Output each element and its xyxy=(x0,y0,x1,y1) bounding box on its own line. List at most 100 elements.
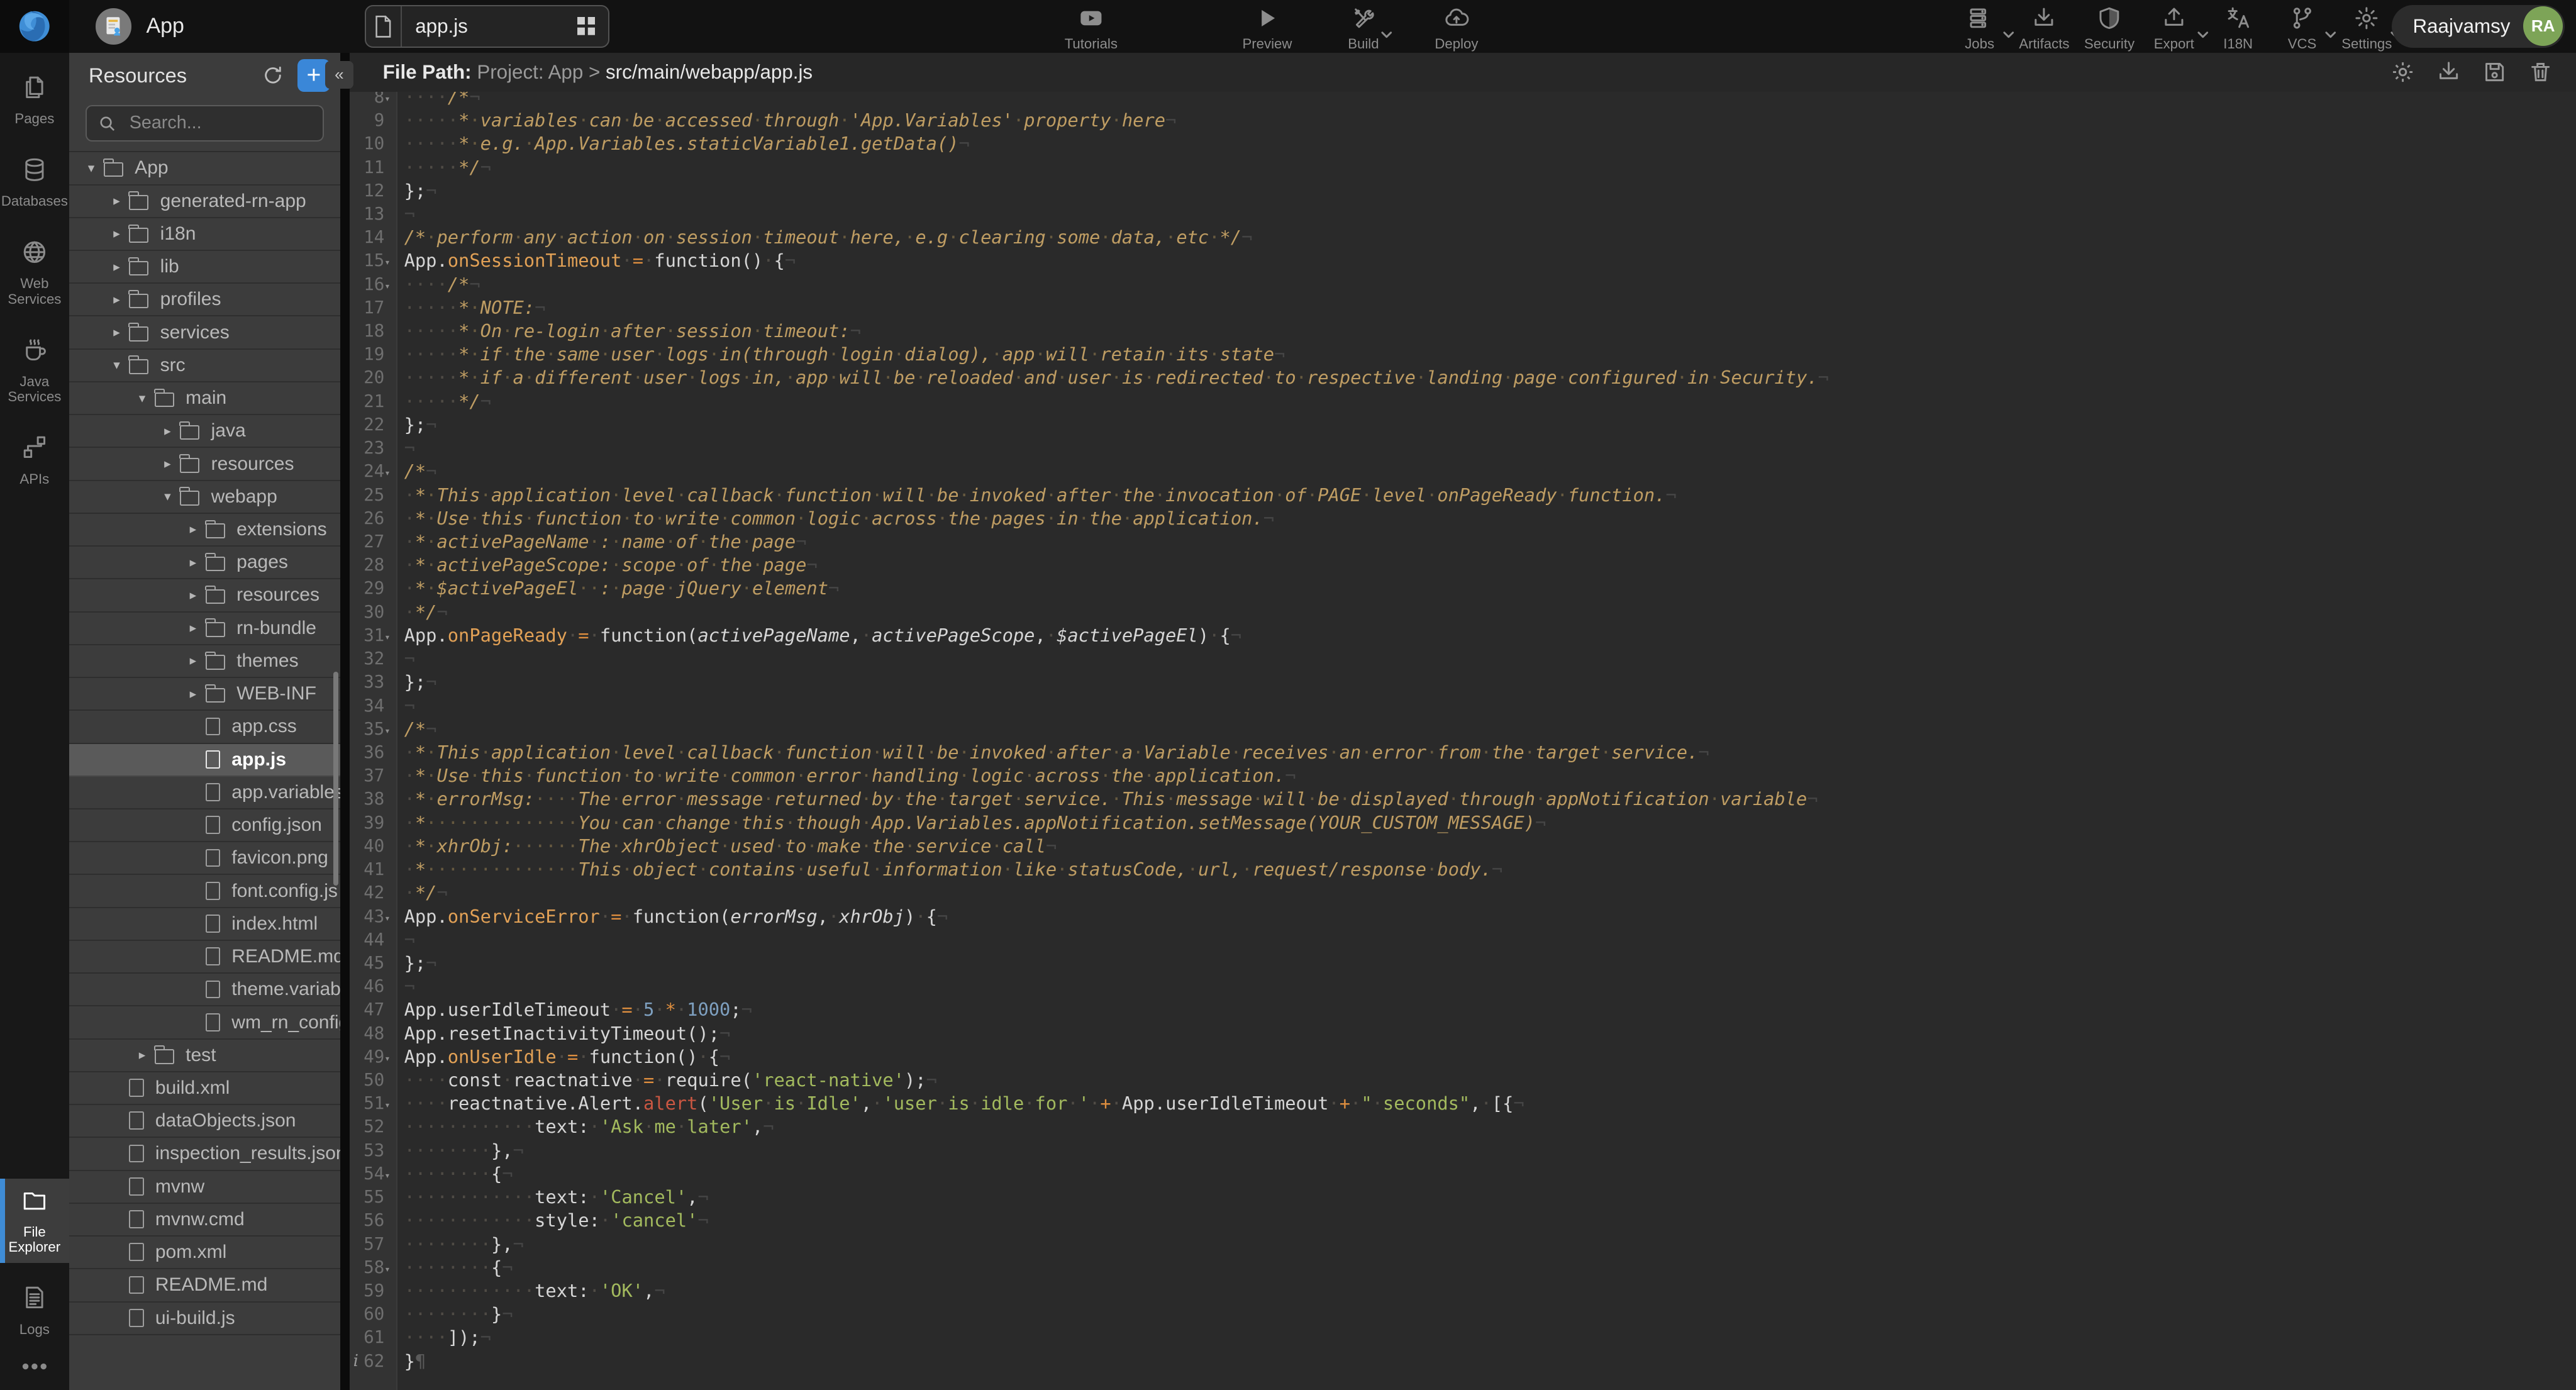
tree-item-readme.md[interactable]: README.md xyxy=(69,1269,340,1302)
chevron-collapsed-icon[interactable]: ▸ xyxy=(130,1047,154,1063)
toolbar-preview-button[interactable]: Preview xyxy=(1242,3,1292,52)
code-line[interactable]: 52············text:·'Ask·me·later',¬ xyxy=(350,1115,2576,1138)
code-line[interactable]: 33};¬ xyxy=(350,670,2576,694)
tree-item-src[interactable]: ▾src xyxy=(69,350,340,382)
tree-item-test[interactable]: ▸test xyxy=(69,1040,340,1072)
tree-item-main[interactable]: ▾main xyxy=(69,382,340,415)
tree-item-ui-build.js[interactable]: ui-build.js xyxy=(69,1303,340,1335)
search-input[interactable] xyxy=(126,111,306,135)
grid-icon[interactable] xyxy=(577,17,596,35)
fold-arrow-icon[interactable]: ▾ xyxy=(384,912,390,924)
project-selector[interactable]: App xyxy=(96,0,184,53)
code-line[interactable]: 14/*·perform·any·action·on·session·timeo… xyxy=(350,226,2576,249)
topbar-vcs-button[interactable]: VCS xyxy=(2277,3,2326,52)
chevron-expanded-icon[interactable]: ▾ xyxy=(104,357,129,373)
tree-item-profiles[interactable]: ▸profiles xyxy=(69,284,340,316)
code-line[interactable]: 13¬ xyxy=(350,203,2576,226)
code-line[interactable]: 40·*·xhrObj:······The·xhrObject·used·to·… xyxy=(350,835,2576,858)
topbar-artifacts-button[interactable]: Artifacts xyxy=(2019,3,2069,52)
fold-arrow-icon[interactable]: ▾ xyxy=(384,631,390,643)
chevron-collapsed-icon[interactable]: ▸ xyxy=(104,259,129,275)
tree-item-favicon.png[interactable]: favicon.png xyxy=(69,842,340,875)
tree-item-resources[interactable]: ▸resources xyxy=(69,579,340,612)
panel-divider[interactable] xyxy=(340,53,350,1390)
tree-item-services[interactable]: ▸services xyxy=(69,316,340,349)
tree-item-app.css[interactable]: app.css xyxy=(69,711,340,743)
code-line[interactable]: 42·*/¬ xyxy=(350,881,2576,904)
tree-item-readme.md[interactable]: README.md xyxy=(69,941,340,974)
code-line[interactable]: 18·····*·On·re-login·after·session·timeo… xyxy=(350,320,2576,343)
code-line[interactable]: 20·····*·if·a·different·user·logs·in,·ap… xyxy=(350,366,2576,389)
chevron-collapsed-icon[interactable]: ▸ xyxy=(155,423,180,439)
code-line[interactable]: 55············text:·'Cancel',¬ xyxy=(350,1186,2576,1209)
chevron-collapsed-icon[interactable]: ▸ xyxy=(180,653,205,669)
code-line[interactable]: 46¬ xyxy=(350,975,2576,998)
topbar-settings-button[interactable]: Settings xyxy=(2341,3,2392,52)
code-line[interactable]: 56············style:·'cancel'¬ xyxy=(350,1209,2576,1232)
code-line[interactable]: 10·····*·e.g.·App.Variables.staticVariab… xyxy=(350,132,2576,155)
code-line[interactable]: 35▾/*¬ xyxy=(350,718,2576,741)
fold-arrow-icon[interactable]: ▾ xyxy=(384,280,390,292)
save-icon[interactable] xyxy=(2482,60,2507,84)
fold-arrow-icon[interactable]: ▾ xyxy=(384,725,390,737)
tree-item-theme.variables.less[interactable]: theme.variables.less xyxy=(69,974,340,1006)
fold-arrow-icon[interactable]: ▾ xyxy=(384,1263,390,1275)
code-line[interactable]: 27·*·activePageName·:·name·of·the·page¬ xyxy=(350,530,2576,553)
toolbar-tutorials-button[interactable]: Tutorials xyxy=(1065,3,1118,52)
code-line[interactable]: 9·····*·variables·can·be·accessed·throug… xyxy=(350,109,2576,132)
code-line[interactable]: 49▾App.onUserIdle·=·function()·{¬ xyxy=(350,1045,2576,1069)
tree-item-font.config.js[interactable]: font.config.js xyxy=(69,875,340,908)
code-line[interactable]: 12};¬ xyxy=(350,179,2576,203)
chevron-collapsed-icon[interactable]: ▸ xyxy=(104,226,129,242)
code-line[interactable]: 25·*·This·application·level·callback·fun… xyxy=(350,484,2576,507)
tree-item-inspection_results.json[interactable]: inspection_results.json xyxy=(69,1138,340,1170)
code-line[interactable]: 47App.userIdleTimeout·=·5·*·1000;¬ xyxy=(350,998,2576,1021)
wavemaker-logo[interactable] xyxy=(0,0,69,53)
code-line[interactable]: 15▾App.onSessionTimeout·=·function()·{¬ xyxy=(350,249,2576,272)
code-line[interactable]: 22};¬ xyxy=(350,413,2576,436)
chevron-collapsed-icon[interactable]: ▸ xyxy=(104,193,129,209)
code-line[interactable]: 16▾····/*¬ xyxy=(350,273,2576,296)
sidebar-item-file-explorer[interactable]: FileExplorer xyxy=(0,1179,69,1264)
code-line[interactable]: 41·*··············This·object·contains·u… xyxy=(350,858,2576,881)
code-line[interactable]: 23¬ xyxy=(350,436,2576,460)
tree-scrollbar[interactable] xyxy=(333,672,338,886)
tree-item-web-inf[interactable]: ▸WEB-INF xyxy=(69,678,340,711)
tree-item-themes[interactable]: ▸themes xyxy=(69,645,340,678)
code-line[interactable]: 57········},¬ xyxy=(350,1233,2576,1256)
code-line[interactable]: 34¬ xyxy=(350,694,2576,718)
chevrons-left-icon[interactable]: « xyxy=(325,61,353,89)
code-line[interactable]: 43▾App.onServiceError·=·function(errorMs… xyxy=(350,905,2576,928)
code-line[interactable]: 32¬ xyxy=(350,647,2576,670)
user-menu[interactable]: Raajvamsy RA xyxy=(2392,5,2565,48)
code-line[interactable]: 31▾App.onPageReady·=·function(activePage… xyxy=(350,624,2576,647)
chevron-collapsed-icon[interactable]: ▸ xyxy=(180,686,205,702)
topbar-i18n-button[interactable]: I18N xyxy=(2213,3,2262,52)
tree-item-config.json[interactable]: config.json xyxy=(69,809,340,842)
tree-item-app.js[interactable]: app.js xyxy=(69,744,340,777)
tree-item-dataobjects.json[interactable]: dataObjects.json xyxy=(69,1105,340,1138)
sidebar-item-pages[interactable]: Pages xyxy=(0,65,69,135)
tree-item-resources[interactable]: ▸resources xyxy=(69,448,340,481)
code-line[interactable]: 28·*·activePageScope:·scope·of·the·page¬ xyxy=(350,553,2576,577)
tree-item-app[interactable]: ▾App xyxy=(69,152,340,185)
tree-item-webapp[interactable]: ▾webapp xyxy=(69,481,340,514)
sidebar-item-databases[interactable]: Databases xyxy=(0,148,69,217)
code-line[interactable]: 21·····*/¬ xyxy=(350,390,2576,413)
topbar-security-button[interactable]: Security xyxy=(2084,3,2135,52)
tree-item-java[interactable]: ▸java xyxy=(69,415,340,448)
code-line[interactable]: 45};¬ xyxy=(350,952,2576,975)
topbar-export-button[interactable]: Export xyxy=(2150,3,2199,52)
code-line[interactable]: 60········}¬ xyxy=(350,1303,2576,1326)
code-line[interactable]: 17·····*·NOTE:¬ xyxy=(350,296,2576,320)
code-editor[interactable]: 8▾····/*¬9·····*·variables·can·be·access… xyxy=(350,92,2576,1390)
code-line[interactable]: 59············text:·'OK',¬ xyxy=(350,1279,2576,1303)
code-line[interactable]: 44¬ xyxy=(350,928,2576,952)
fold-arrow-icon[interactable]: ▾ xyxy=(384,1052,390,1064)
gear-icon[interactable] xyxy=(2390,60,2415,84)
tree-item-rn-bundle[interactable]: ▸rn-bundle xyxy=(69,613,340,645)
fold-arrow-icon[interactable]: ▾ xyxy=(384,256,390,268)
sidebar-item-logs[interactable]: Logs xyxy=(0,1276,69,1345)
code-line[interactable]: 50····const·reactnative·=·require('react… xyxy=(350,1069,2576,1092)
chevron-collapsed-icon[interactable]: ▸ xyxy=(180,555,205,570)
